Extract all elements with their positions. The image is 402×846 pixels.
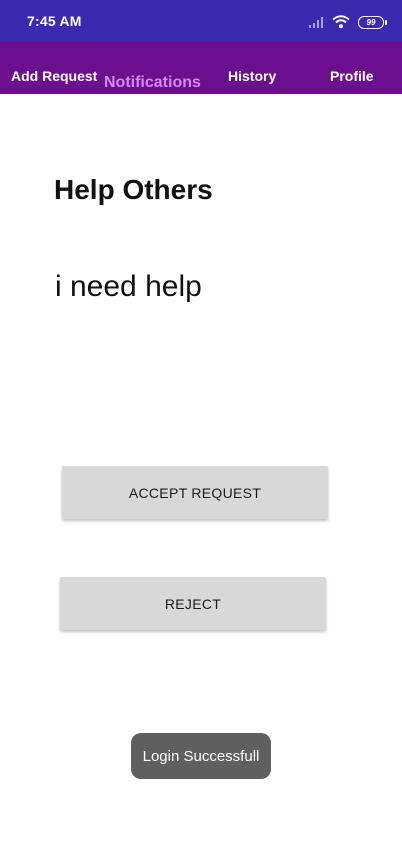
signal-icon <box>309 17 323 28</box>
accept-request-button[interactable]: ACCEPT REQUEST <box>62 466 328 519</box>
status-bar: 7:45 AM 99 <box>0 0 402 42</box>
tab-history[interactable]: History <box>228 68 276 84</box>
wifi-icon <box>332 15 350 29</box>
tab-profile[interactable]: Profile <box>330 68 374 84</box>
request-message: i need help <box>55 270 202 303</box>
tab-notifications[interactable]: Notifications <box>104 74 201 92</box>
status-time: 7:45 AM <box>27 13 82 29</box>
reject-button[interactable]: REJECT <box>60 577 326 630</box>
tab-add-request[interactable]: Add Request <box>11 68 97 84</box>
page-title: Help Others <box>54 174 213 205</box>
top-nav-bar: Add Request Notifications History Profil… <box>0 42 402 94</box>
status-icons: 99 <box>308 14 387 30</box>
toast-message: Login Successfull <box>131 733 271 779</box>
battery-icon: 99 <box>358 15 387 29</box>
